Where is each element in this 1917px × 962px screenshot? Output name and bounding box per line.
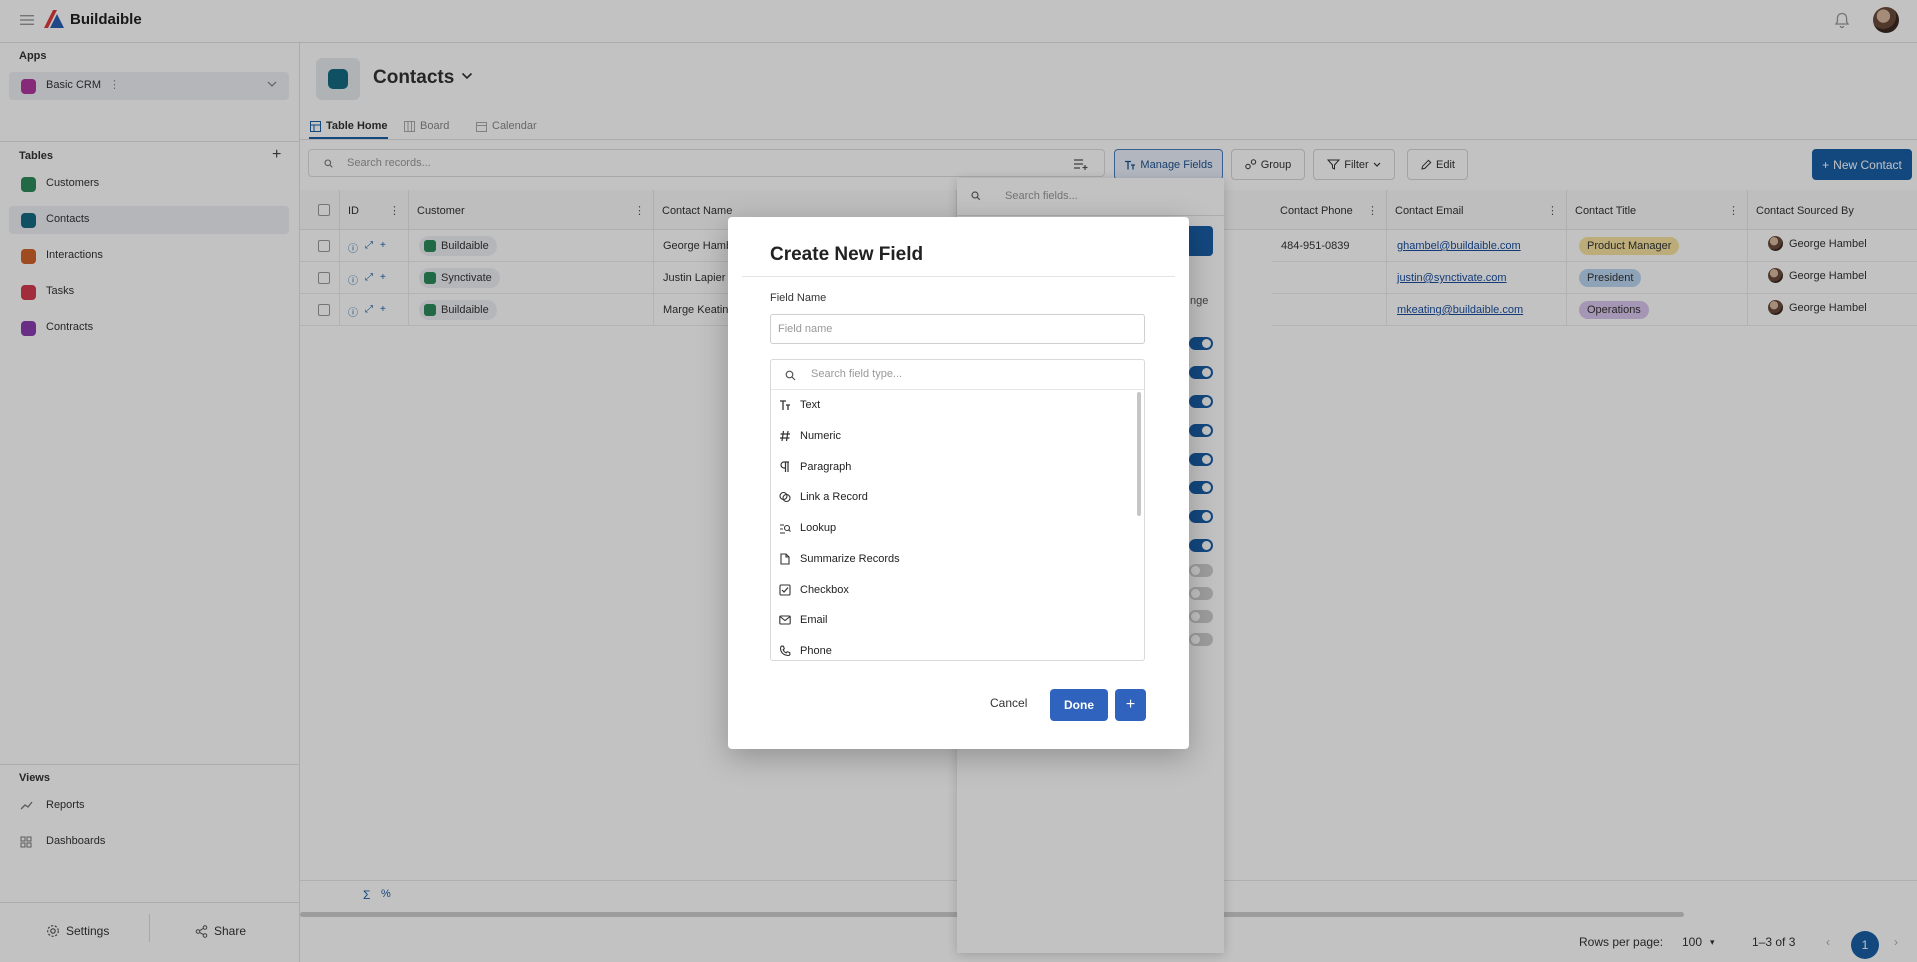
create-field-dialog: Create New Field Field Name Search field… xyxy=(728,217,1189,749)
field-type-numeric[interactable]: Numeric xyxy=(771,421,1131,451)
field-type-lookup[interactable]: Lookup xyxy=(771,513,1131,543)
field-type-label: Checkbox xyxy=(800,584,849,596)
dialog-title: Create New Field xyxy=(770,244,924,265)
field-type-scrollbar[interactable] xyxy=(1137,392,1141,516)
field-type-label: Lookup xyxy=(800,522,837,534)
dialog-divider xyxy=(742,276,1175,277)
phone-icon xyxy=(779,645,791,657)
field-type-checkbox[interactable]: Checkbox xyxy=(771,575,1131,605)
field-type-label: Summarize Records xyxy=(800,553,900,565)
field-type-summarize-records[interactable]: Summarize Records xyxy=(771,544,1131,574)
mail-icon xyxy=(779,615,791,625)
document-icon xyxy=(780,553,790,565)
field-type-label: Paragraph xyxy=(800,461,852,473)
field-type-paragraph[interactable]: Paragraph xyxy=(771,452,1131,482)
paragraph-icon xyxy=(780,461,789,472)
lookup-icon xyxy=(780,524,791,534)
checkbox-icon xyxy=(779,584,791,596)
add-another-button[interactable]: + xyxy=(1115,689,1146,721)
field-type-phone[interactable]: Phone xyxy=(771,636,1131,660)
field-type-label: Numeric xyxy=(800,430,841,442)
search-field-type-placeholder: Search field type... xyxy=(811,368,903,380)
field-type-label: Email xyxy=(800,614,828,626)
field-name-input[interactable] xyxy=(770,314,1145,344)
hash-icon xyxy=(780,430,790,442)
search-icon xyxy=(785,370,796,381)
field-type-list: Search field type... Text Numeric Paragr… xyxy=(770,359,1145,661)
field-type-email[interactable]: Email xyxy=(771,605,1131,635)
field-type-label: Link a Record xyxy=(800,491,868,503)
field-type-text[interactable]: Text xyxy=(771,390,1131,420)
search-field-type-input[interactable]: Search field type... xyxy=(771,360,1144,390)
cancel-button[interactable]: Cancel xyxy=(990,696,1027,710)
field-type-label: Phone xyxy=(800,645,832,657)
field-name-label: Field Name xyxy=(770,292,827,304)
done-button[interactable]: Done xyxy=(1050,689,1108,721)
field-type-label: Text xyxy=(800,399,821,411)
link-icon xyxy=(779,491,791,503)
text-icon xyxy=(780,400,790,410)
field-type-link-a-record[interactable]: Link a Record xyxy=(771,482,1131,512)
